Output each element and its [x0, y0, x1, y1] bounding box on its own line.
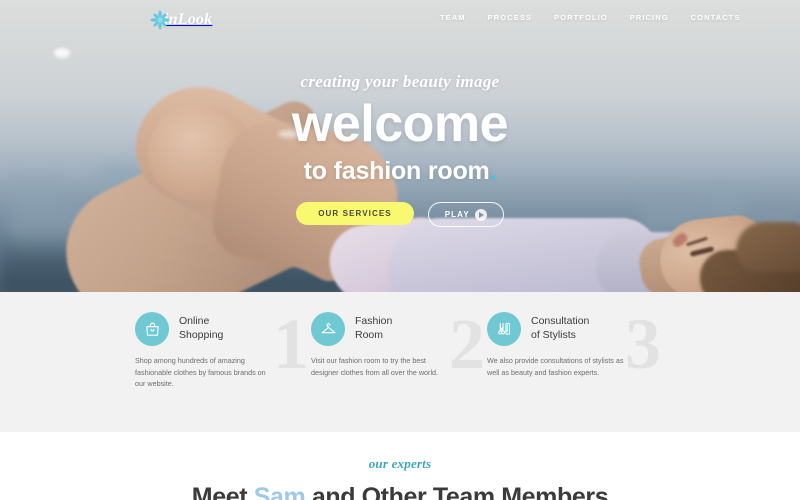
hero-subheadline: to fashion room.: [0, 157, 800, 186]
nav-item-contacts[interactable]: CONTACTS: [691, 13, 741, 22]
feature-header: Consultation of Stylists: [487, 312, 651, 346]
feature-card-online-shopping[interactable]: 1 Online Shopping Shop among hundreds of…: [135, 308, 311, 390]
scissors-comb-icon: [487, 312, 521, 346]
nav-item-team[interactable]: TEAM: [440, 13, 466, 22]
feature-title-line2: Shopping: [179, 329, 224, 341]
landing-page: inLook TEAM PROCESS PORTFOLIO PRICING CO…: [0, 0, 800, 500]
feature-header: Online Shopping: [135, 312, 299, 346]
feature-body: Visit our fashion room to try the best d…: [311, 356, 439, 377]
feature-body: Shop among hundreds of amazing fashionab…: [135, 356, 266, 389]
hero-accent-dot: .: [489, 157, 497, 186]
nav-item-process[interactable]: PROCESS: [488, 13, 532, 22]
experts-heading-pre: Meet: [191, 483, 254, 500]
feature-card-fashion-room[interactable]: 2 Fashion Room Visit our fashion room to…: [311, 308, 487, 390]
feature-title: Fashion Room: [355, 315, 392, 343]
experts-heading-post: and Other Team Members: [305, 483, 609, 500]
experts-section: our experts Meet Sam and Other Team Memb…: [0, 432, 800, 500]
feature-title-line1: Online: [179, 315, 210, 328]
feature-title-line2: of Stylists: [531, 329, 576, 341]
play-button[interactable]: PLAY: [427, 202, 504, 228]
brand-name: inLook: [164, 11, 213, 28]
experts-eyebrow: our experts: [368, 456, 432, 471]
play-icon: [474, 208, 487, 221]
shopping-bag-icon: [135, 312, 169, 346]
experts-heading-accent: Sam: [253, 483, 306, 500]
experts-heading: Meet Sam and Other Team Members: [0, 483, 800, 500]
hero-copy: creating your beauty image welcome to fa…: [0, 72, 800, 228]
feature-header: Fashion Room: [311, 312, 475, 346]
our-services-button[interactable]: OUR SERVICES: [296, 202, 414, 226]
feature-title-line1: Fashion: [355, 315, 393, 328]
feature-title: Consultation of Stylists: [531, 315, 589, 343]
feature-title-line2: Room: [355, 329, 384, 341]
hero-section: inLook TEAM PROCESS PORTFOLIO PRICING CO…: [0, 0, 800, 292]
features-section: 1 Online Shopping Shop among hundreds of…: [0, 292, 800, 432]
hero-button-group: OUR SERVICES PLAY: [0, 202, 800, 228]
play-button-label: PLAY: [444, 210, 470, 220]
flower-icon: [150, 10, 170, 30]
brand-logo[interactable]: inLook: [150, 10, 212, 30]
feature-title: Online Shopping: [179, 315, 223, 343]
main-navigation: inLook TEAM PROCESS PORTFOLIO PRICING CO…: [0, 0, 800, 40]
hero-eyebrow: creating your beauty image: [300, 72, 500, 91]
feature-title-line1: Consultation: [531, 315, 590, 328]
feature-body: We also provide consultations of stylist…: [487, 356, 624, 377]
hero-subheadline-text: to fashion room: [303, 157, 490, 186]
features-row: 1 Online Shopping Shop among hundreds of…: [135, 308, 665, 390]
nav-links: TEAM PROCESS PORTFOLIO PRICING CONTACTS: [440, 13, 741, 22]
clothes-hanger-icon: [311, 312, 345, 346]
hero-headline: welcome: [291, 95, 509, 153]
nav-item-portfolio[interactable]: PORTFOLIO: [554, 13, 608, 22]
nav-item-pricing[interactable]: PRICING: [630, 13, 669, 22]
feature-card-consultation-of-stylists[interactable]: 3 Consultation of Stylists We also provi…: [487, 308, 663, 390]
